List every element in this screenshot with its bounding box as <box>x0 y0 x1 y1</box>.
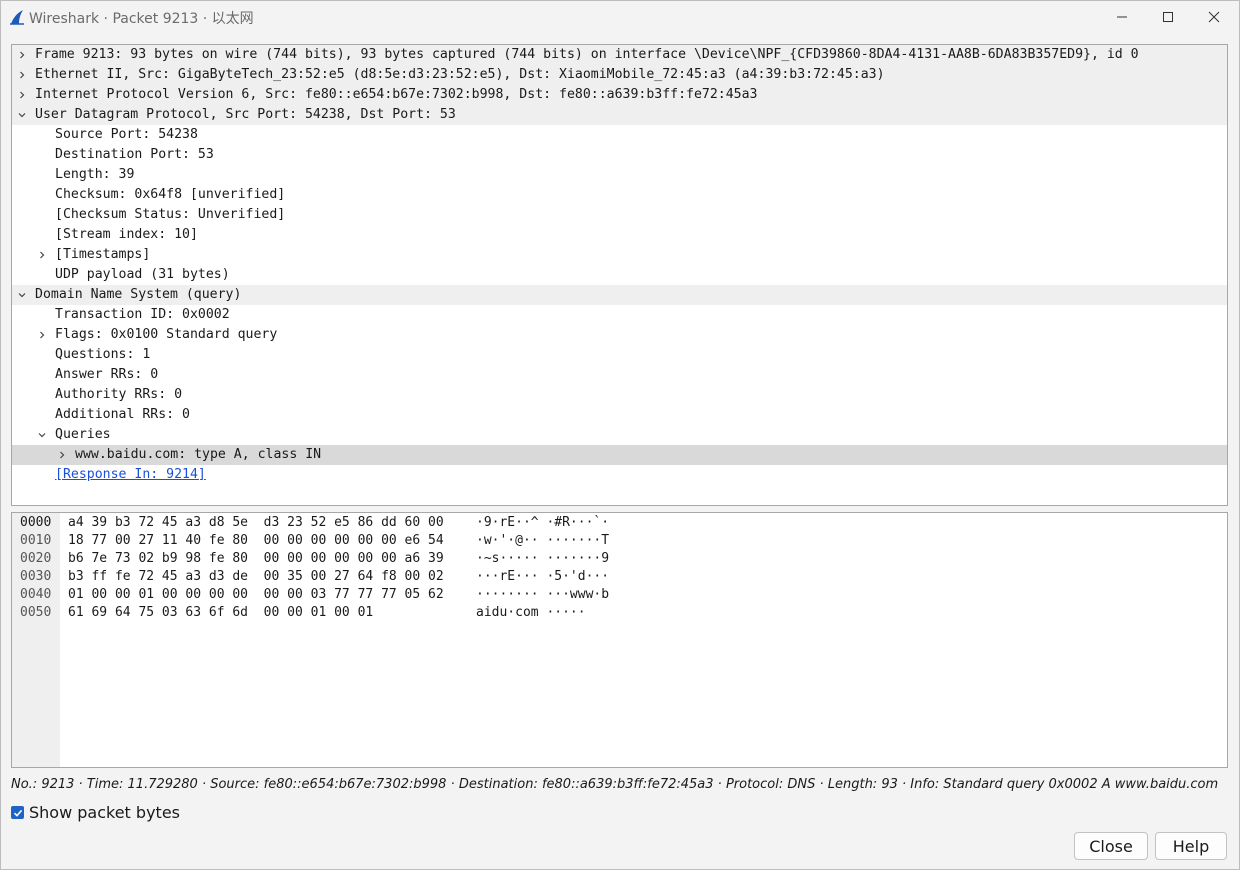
hex-bytes[interactable]: b3 ff fe 72 45 a3 d3 de 00 35 00 27 64 f… <box>68 568 444 586</box>
show-bytes-label[interactable]: Show packet bytes <box>29 803 180 822</box>
packet-bytes-pane[interactable]: 0000 a4 39 b3 72 45 a3 d8 5e d3 23 52 e5 … <box>11 512 1228 768</box>
hex-bytes[interactable]: a4 39 b3 72 45 a3 d8 5e d3 23 52 e5 86 d… <box>68 514 444 532</box>
tree-row-label: User Datagram Protocol, Src Port: 54238,… <box>35 107 456 122</box>
chevron-right-icon[interactable] <box>35 245 49 265</box>
chevron-right-icon[interactable] <box>15 65 29 85</box>
tree-row-label: UDP payload (31 bytes) <box>55 267 230 282</box>
tree-row[interactable]: UDP payload (31 bytes) <box>12 265 1227 285</box>
hex-offset: 0030 <box>20 569 52 584</box>
chevron-right-icon[interactable] <box>55 445 69 465</box>
show-bytes-checkbox[interactable] <box>11 806 24 819</box>
hex-offset: 0010 <box>20 533 52 548</box>
tree-row-label: Answer RRs: 0 <box>55 367 159 382</box>
tree-row-label: Length: 39 <box>55 167 135 182</box>
hex-offset: 0020 <box>20 551 52 566</box>
tree-row[interactable]: [Stream index: 10] <box>12 225 1227 245</box>
tree-row[interactable]: Authority RRs: 0 <box>12 385 1227 405</box>
tree-row-label: [Stream index: 10] <box>55 227 198 242</box>
tree-header-row[interactable]: Internet Protocol Version 6, Src: fe80::… <box>12 85 1227 105</box>
hex-ascii[interactable]: ···rE··· ·5·'d··· <box>476 568 609 586</box>
tree-row-label: Questions: 1 <box>55 347 151 362</box>
hex-ascii[interactable]: ········ ···www·b <box>476 586 609 604</box>
maximize-button[interactable] <box>1145 1 1191 33</box>
chevron-right-icon[interactable] <box>15 45 29 65</box>
chevron-right-icon[interactable] <box>35 325 49 345</box>
tree-row-label: Domain Name System (query) <box>35 287 242 302</box>
tree-row-label: Flags: 0x0100 Standard query <box>55 327 278 342</box>
tree-row[interactable]: Additional RRs: 0 <box>12 405 1227 425</box>
tree-row[interactable]: Queries <box>12 425 1227 445</box>
tree-row-label: Additional RRs: 0 <box>55 407 190 422</box>
packet-window: Wireshark · Packet 9213 · 以太网 Frame 9213… <box>0 0 1240 870</box>
packet-details-tree[interactable]: Frame 9213: 93 bytes on wire (744 bits),… <box>11 44 1228 506</box>
tree-row[interactable]: Checksum: 0x64f8 [unverified] <box>12 185 1227 205</box>
tree-row-label: [Timestamps] <box>55 247 151 262</box>
tree-row-label: Authority RRs: 0 <box>55 387 183 402</box>
hex-offset: 0000 <box>20 515 52 530</box>
chevron-down-icon[interactable] <box>15 285 29 305</box>
tree-row-label: Destination Port: 53 <box>55 147 214 162</box>
tree-row[interactable]: [Response In: 9214] <box>12 465 1227 485</box>
hex-offset: 0040 <box>20 587 52 602</box>
chevron-down-icon[interactable] <box>35 425 49 445</box>
checkmark-icon <box>13 809 22 817</box>
hex-ascii[interactable]: ·~s····· ·······9 <box>476 550 609 568</box>
hex-bytes[interactable]: 61 69 64 75 03 63 6f 6d 00 00 01 00 01 <box>68 604 373 622</box>
tree-row[interactable]: Questions: 1 <box>12 345 1227 365</box>
hex-bytes[interactable]: 18 77 00 27 11 40 fe 80 00 00 00 00 00 0… <box>68 532 444 550</box>
hex-bytes[interactable]: 01 00 00 01 00 00 00 00 00 00 03 77 77 7… <box>68 586 444 604</box>
window-title: Wireshark · Packet 9213 · 以太网 <box>29 11 254 27</box>
hex-ascii[interactable]: ·9·rE··^ ·#R···`· <box>476 514 609 532</box>
minimize-icon <box>1117 16 1127 18</box>
minimize-button[interactable] <box>1099 1 1145 33</box>
hex-ascii[interactable]: ·w·'·@·· ·······T <box>476 532 609 550</box>
tree-row[interactable]: Flags: 0x0100 Standard query <box>12 325 1227 345</box>
tree-row-label: Checksum: 0x64f8 [unverified] <box>55 187 286 202</box>
tree-header-row[interactable]: Domain Name System (query) <box>12 285 1227 305</box>
tree-row[interactable]: [Timestamps] <box>12 245 1227 265</box>
tree-row-label: Queries <box>55 427 111 442</box>
tree-row[interactable]: www.baidu.com: type A, class IN <box>12 445 1227 465</box>
tree-header-row[interactable]: User Datagram Protocol, Src Port: 54238,… <box>12 105 1227 125</box>
tree-row[interactable]: Transaction ID: 0x0002 <box>12 305 1227 325</box>
wireshark-fin-icon <box>10 10 24 25</box>
hex-offset: 0050 <box>20 605 52 620</box>
tree-row[interactable]: [Checksum Status: Unverified] <box>12 205 1227 225</box>
tree-row-label: Internet Protocol Version 6, Src: fe80::… <box>35 87 758 102</box>
tree-row[interactable]: Answer RRs: 0 <box>12 365 1227 385</box>
hex-ascii[interactable]: aidu·com ····· <box>476 604 586 622</box>
maximize-icon <box>1163 12 1173 22</box>
hex-bytes[interactable]: b6 7e 73 02 b9 98 fe 80 00 00 00 00 00 0… <box>68 550 444 568</box>
chevron-right-icon[interactable] <box>15 85 29 105</box>
tree-row[interactable]: Source Port: 54238 <box>12 125 1227 145</box>
tree-header-row[interactable]: Frame 9213: 93 bytes on wire (744 bits),… <box>12 45 1227 65</box>
close-icon <box>1208 11 1220 23</box>
tree-row-label: Transaction ID: 0x0002 <box>55 307 230 322</box>
tree-row-label: [Checksum Status: Unverified] <box>55 207 286 222</box>
response-in-link[interactable]: [Response In: 9214] <box>55 465 206 485</box>
tree-header-row[interactable]: Ethernet II, Src: GigaByteTech_23:52:e5 … <box>12 65 1227 85</box>
tree-row-label: Ethernet II, Src: GigaByteTech_23:52:e5 … <box>35 67 885 82</box>
tree-row[interactable]: Destination Port: 53 <box>12 145 1227 165</box>
help-button[interactable]: Help <box>1155 832 1227 860</box>
close-button[interactable]: Close <box>1074 832 1148 860</box>
chevron-down-icon[interactable] <box>15 105 29 125</box>
tree-row-label: Source Port: 54238 <box>55 127 198 142</box>
close-window-button[interactable] <box>1191 1 1237 33</box>
packet-summary-line: No.: 9213 · Time: 11.729280 · Source: fe… <box>11 777 1219 792</box>
tree-row[interactable]: Length: 39 <box>12 165 1227 185</box>
title-bar[interactable]: Wireshark · Packet 9213 · 以太网 <box>1 1 1239 33</box>
tree-row-label: Frame 9213: 93 bytes on wire (744 bits),… <box>35 47 1139 62</box>
tree-row-label: www.baidu.com: type A, class IN <box>75 447 322 462</box>
